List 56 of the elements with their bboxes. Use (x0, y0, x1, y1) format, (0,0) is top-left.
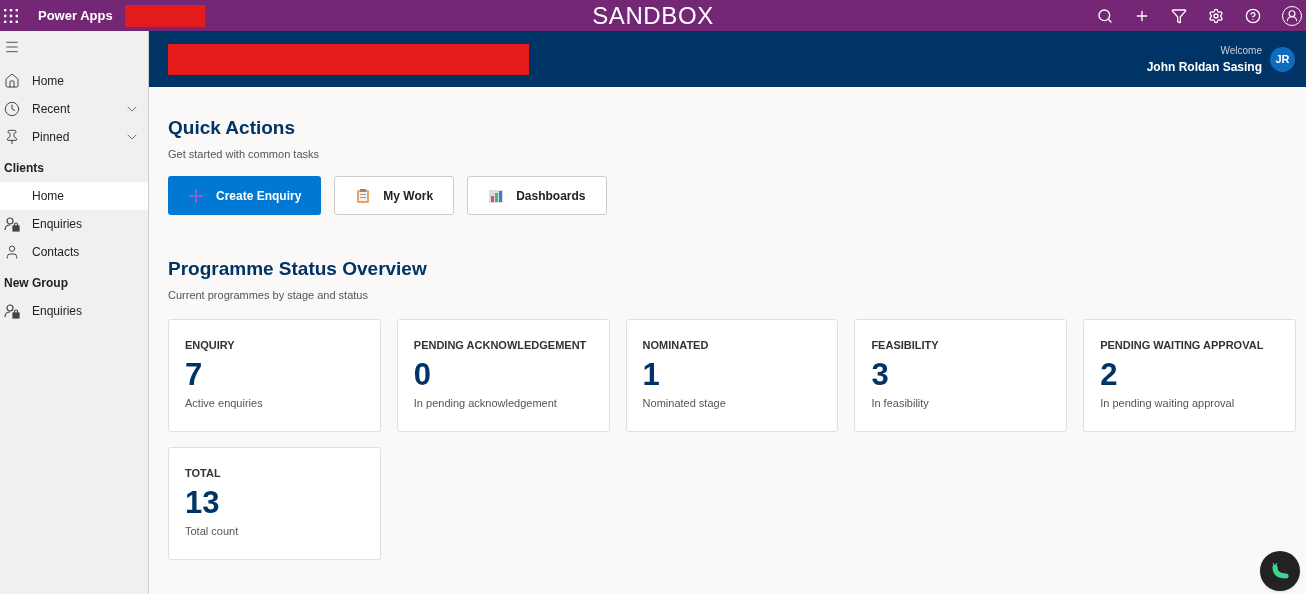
card-label: FEASIBILITY (871, 337, 940, 353)
welcome-label: Welcome (1220, 43, 1262, 58)
section-title: Quick Actions (168, 116, 297, 140)
nav-item[interactable]: Enquiries (0, 210, 148, 238)
user-avatar: JR (1270, 46, 1295, 72)
nav-item[interactable]: Contacts (0, 238, 148, 266)
caterpillar-icon (1270, 561, 1290, 581)
help-icon[interactable] (1245, 7, 1261, 24)
nav-item[interactable]: Home (0, 67, 148, 95)
person-lock-icon (4, 216, 20, 232)
card-caption: Active enquiries (185, 396, 264, 411)
card-value: 0 (413, 356, 433, 394)
section-title: Programme Status Overview (168, 257, 428, 281)
card-label: ENQUIRY (185, 337, 236, 353)
search-icon[interactable] (1097, 7, 1113, 24)
card-label: PENDING WAITING APPROVAL (1100, 337, 1265, 353)
card-value: 13 (185, 484, 221, 522)
nav-item[interactable]: Enquiries (0, 297, 148, 325)
filter-icon[interactable] (1171, 7, 1187, 24)
card-value: 7 (185, 356, 204, 394)
card-value: 3 (871, 356, 890, 394)
section-subtitle: Get started with common tasks (168, 146, 320, 162)
home-icon (4, 73, 20, 89)
app-launcher-icon[interactable] (4, 8, 18, 23)
bar-chart-icon (488, 187, 505, 204)
person-icon (4, 244, 20, 260)
card-caption: In pending acknowledgement (413, 396, 558, 411)
nav-item[interactable]: Recent (0, 95, 148, 123)
action-button[interactable]: Dashboards (467, 176, 607, 216)
menu-icon[interactable] (4, 39, 20, 55)
nav-group-label: New Group (3, 275, 69, 292)
card-label: PENDING ACKNOWLEDGEMENT (413, 337, 588, 353)
card-label: NOMINATED (642, 337, 710, 353)
nav-item[interactable]: Pinned (0, 123, 148, 151)
card-caption: Nominated stage (642, 396, 727, 411)
card-caption: In pending waiting approval (1100, 396, 1236, 411)
app-name[interactable]: Power Apps (38, 5, 113, 26)
card-value: 2 (1100, 356, 1119, 394)
section-subtitle: Current programmes by stage and status (168, 288, 369, 303)
environment-title: SANDBOX (592, 3, 714, 28)
assistant-button[interactable] (1260, 551, 1300, 591)
card-value: 1 (642, 356, 661, 394)
clipboard-icon (355, 187, 372, 204)
settings-icon[interactable] (1208, 7, 1224, 24)
clock-icon (4, 101, 20, 117)
plus-icon (188, 187, 204, 204)
nav-item[interactable]: Home (0, 182, 148, 210)
user-name: John Roldan Sasing (1146, 58, 1262, 76)
pin-icon (4, 129, 20, 145)
nav-group-label: Clients (3, 160, 45, 177)
action-button[interactable]: Create Enquiry (168, 176, 322, 216)
card-caption: In feasibility (871, 396, 930, 411)
card-label: TOTAL (185, 465, 222, 481)
person-lock-icon (4, 303, 20, 319)
action-button[interactable]: My Work (334, 176, 455, 216)
card-caption: Total count (185, 524, 240, 539)
